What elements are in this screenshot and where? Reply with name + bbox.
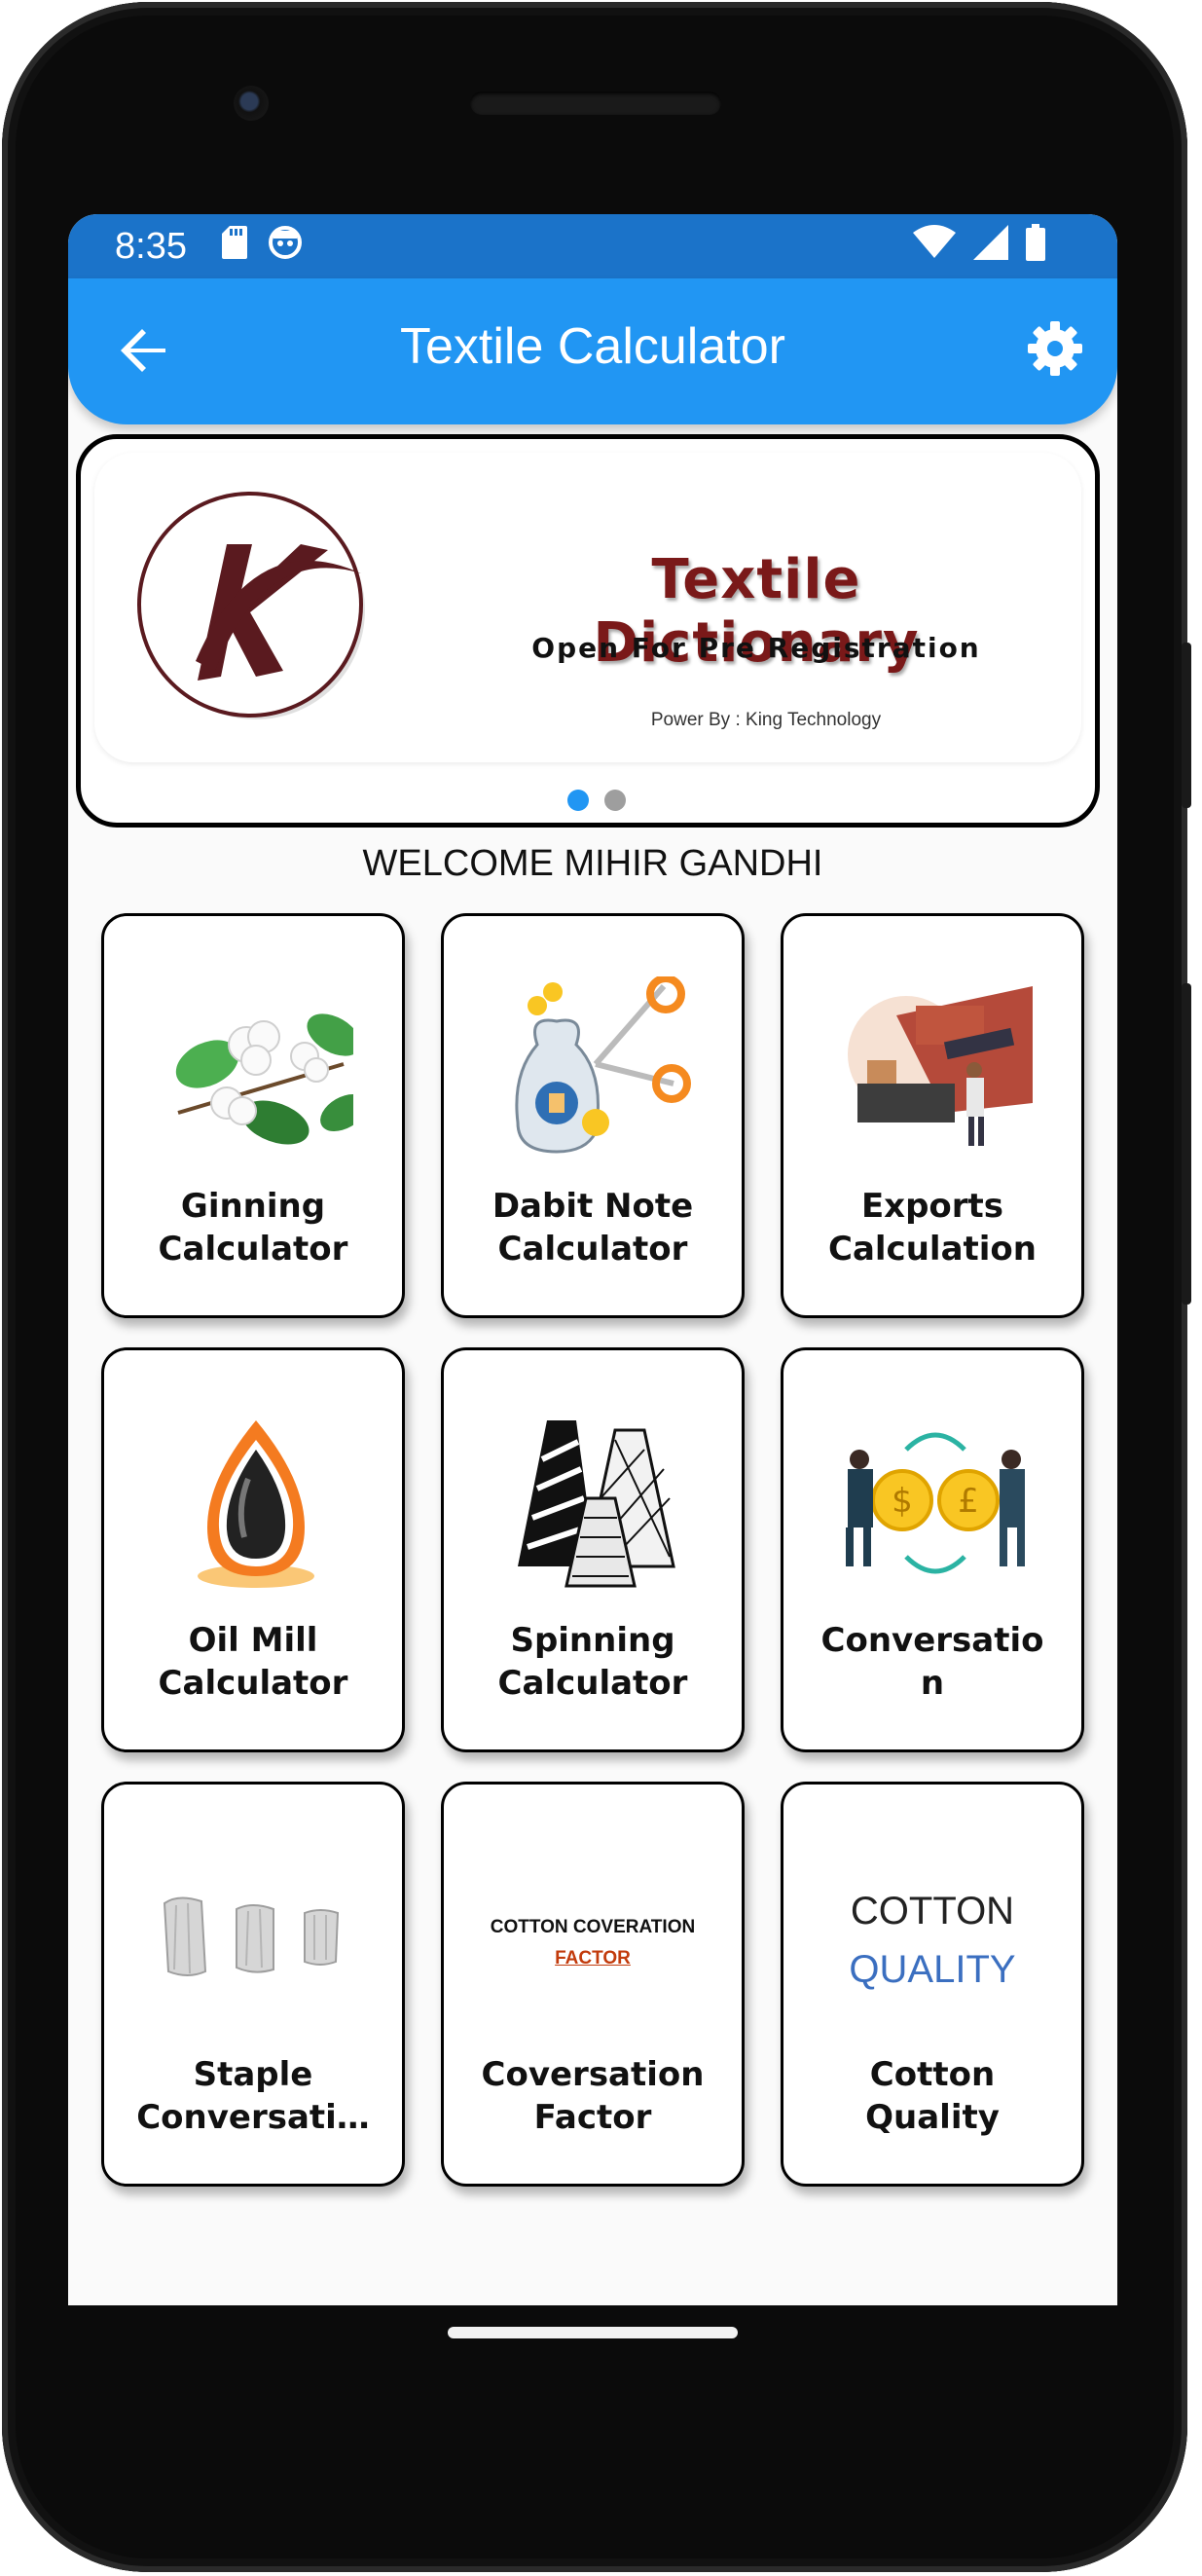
oil-drop-flame-icon bbox=[198, 1420, 314, 1588]
card-image-subtext: QUALITY bbox=[849, 1948, 1016, 1991]
app-bar: Textile Calculator bbox=[68, 278, 1117, 424]
king-technology-logo bbox=[137, 492, 365, 719]
android-notification-icon bbox=[269, 226, 302, 259]
status-time: 8:35 bbox=[115, 226, 187, 267]
card-dabit-note-calculator[interactable]: Dabit Note Calculator bbox=[441, 913, 745, 1318]
gst-money-bag-scissors-icon bbox=[515, 976, 691, 1154]
card-label: Cotton Quality bbox=[865, 2055, 1000, 2137]
home-gesture-bar[interactable] bbox=[448, 2327, 738, 2338]
card-label: Oil Mill Calculator bbox=[158, 1621, 348, 1703]
svg-text:£: £ bbox=[958, 1482, 979, 1521]
earpiece-speaker bbox=[470, 92, 721, 115]
status-bar: 8:35 bbox=[68, 214, 1117, 278]
card-image-subtext: FACTOR bbox=[555, 1948, 631, 1969]
card-cotton-quality[interactable]: COTTON QUALITY Cotton Quality bbox=[781, 1782, 1084, 2187]
carousel-dot-2[interactable] bbox=[604, 790, 626, 811]
card-staple-conversation[interactable]: Staple Conversati… bbox=[101, 1782, 405, 2187]
banner-subtitle: Open For Pre Registration bbox=[531, 632, 981, 664]
card-image-text: COTTON bbox=[850, 1890, 1015, 1932]
front-camera bbox=[234, 86, 269, 121]
export-import-ship-icon bbox=[848, 986, 1033, 1146]
card-spinning-calculator[interactable]: Spinning Calculator bbox=[441, 1347, 745, 1752]
signal-icon bbox=[973, 225, 1008, 260]
currency-exchange-icon: $ £ bbox=[846, 1432, 1025, 1574]
card-exports-calculation[interactable]: Exports Calculation bbox=[781, 913, 1084, 1318]
card-ginning-calculator[interactable]: Ginning Calculator bbox=[101, 913, 405, 1318]
card-conversation[interactable]: $ £ Conversatio n bbox=[781, 1347, 1084, 1752]
carousel-dot-1[interactable] bbox=[567, 790, 589, 811]
carousel-indicator bbox=[567, 790, 626, 811]
card-label: Ginning Calculator bbox=[158, 1187, 348, 1269]
power-button bbox=[1182, 643, 1191, 808]
welcome-text: WELCOME MIHIR GANDHI bbox=[362, 843, 823, 884]
banner-power-by: Power By : King Technology bbox=[650, 710, 882, 730]
cotton-plant-icon bbox=[175, 1013, 353, 1145]
banner-carousel[interactable]: Textile Dictionary Open For Pre Registra… bbox=[76, 434, 1100, 828]
app-screen: 8:35 Textile Calculator Textile Dictiona… bbox=[68, 214, 1117, 2305]
banner-slide[interactable]: Textile Dictionary Open For Pre Registra… bbox=[94, 453, 1081, 762]
volume-button bbox=[1182, 983, 1191, 1305]
card-label: Exports Calculation bbox=[828, 1187, 1037, 1269]
sd-card-icon bbox=[222, 226, 247, 259]
battery-icon bbox=[1026, 224, 1045, 261]
card-label: Dabit Note Calculator bbox=[492, 1187, 694, 1269]
card-label: Spinning Calculator bbox=[497, 1621, 688, 1703]
wifi-icon bbox=[913, 225, 956, 258]
card-label: Staple Conversati… bbox=[136, 2055, 370, 2137]
card-label: Coversation Factor bbox=[481, 2055, 705, 2137]
svg-text:$: $ bbox=[892, 1482, 913, 1521]
yarn-cones-icon bbox=[518, 1420, 675, 1588]
page-title: Textile Calculator bbox=[400, 318, 785, 375]
card-oil-mill-calculator[interactable]: Oil Mill Calculator bbox=[101, 1347, 405, 1752]
card-label: Conversatio n bbox=[820, 1621, 1044, 1703]
card-coversation-factor[interactable]: COTTON COVERATION FACTOR Coversation Fact… bbox=[441, 1782, 745, 2187]
card-image-text: COTTON COVERATION bbox=[490, 1917, 696, 1937]
gear-icon[interactable] bbox=[1024, 317, 1086, 380]
cotton-fiber-samples-icon bbox=[163, 1896, 340, 1976]
